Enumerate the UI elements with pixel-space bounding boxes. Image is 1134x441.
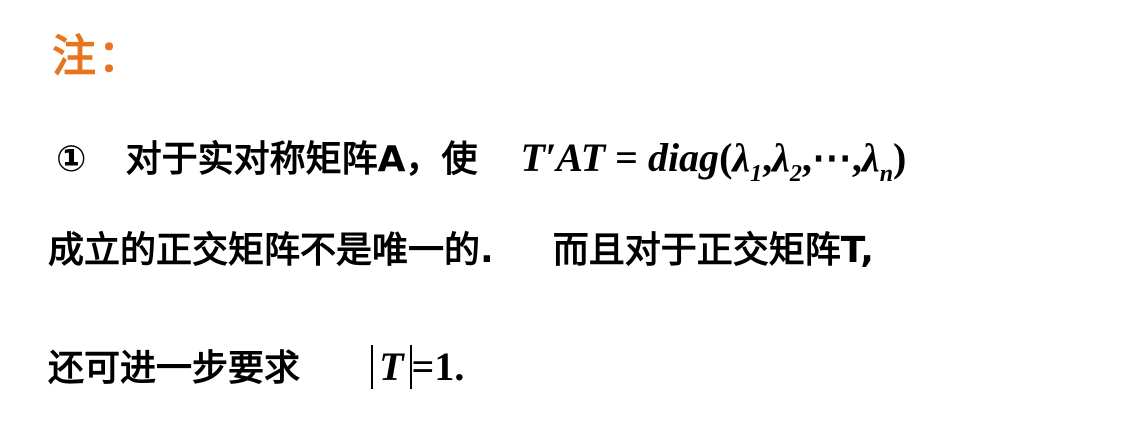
formula-func: diag [647,135,720,180]
determinant-var: T [379,344,404,389]
comma-2: , [801,135,812,180]
statement-text-2a: 成立的正交矩阵不是唯一的. [48,230,494,271]
circled-number-marker: ① [56,139,87,180]
note-title: 注： [52,31,144,82]
lambda-n: λ [861,135,880,180]
statement-text-1: 对于实对称矩阵A，使 [125,139,478,180]
statement-text-3: 还可进一步要求 [48,348,301,389]
statement-text-2b: 而且对于正交矩阵T, [552,230,874,271]
det-equals: = [411,344,435,389]
formula-close-paren: ) [893,135,907,180]
ellipsis: ⋯ [811,135,852,180]
comma-1: , [762,135,773,180]
lambda-2: λ [772,135,790,180]
formula-diagonalization: T′AT = diag(λ1,λ2,⋯,λn) [520,135,907,187]
formula-determinant: T =1. [371,344,464,389]
formula-open-paren: ( [719,135,733,180]
det-value: 1. [434,344,465,389]
statement-line-1: ① 对于实对称矩阵A，使 T′AT = diag(λ1,λ2,⋯,λn) [56,134,906,198]
lambda-1: λ [732,135,751,180]
comma-3: , [851,135,862,180]
subscript-1: 1 [750,161,763,187]
statement-line-3: 还可进一步要求 T =1. [48,343,464,393]
subscript-2: 2 [789,161,802,187]
statement-line-2: 成立的正交矩阵不是唯一的. 而且对于正交矩阵T, [48,227,874,275]
determinant-bars: T [371,344,412,389]
subscript-n: n [879,161,894,187]
formula-lhs: T′AT [520,135,606,180]
formula-equals: = [615,135,638,180]
